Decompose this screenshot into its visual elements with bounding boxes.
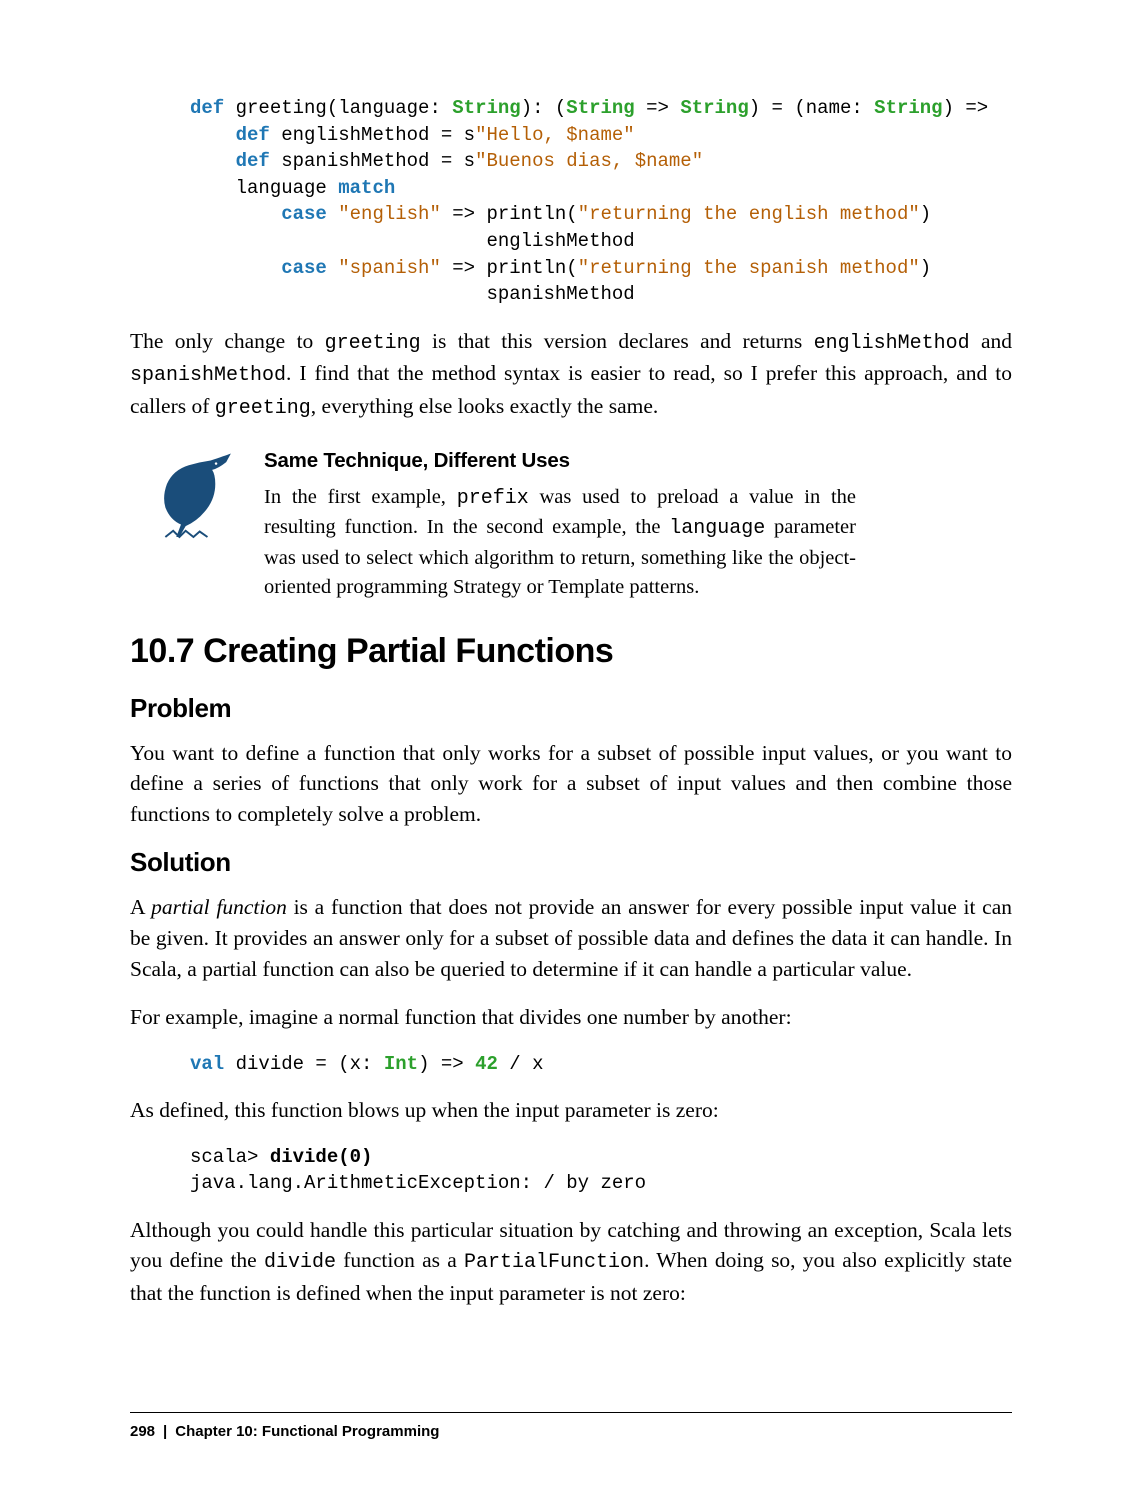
note-body: Same Technique, Different Uses In the fi… (264, 449, 856, 602)
code-inline-greeting: greeting (325, 332, 421, 355)
text: function as a (336, 1248, 464, 1272)
chapter-title: Chapter 10: Functional Programming (175, 1423, 439, 1440)
text: and (970, 329, 1012, 353)
text: In the first example, (264, 486, 457, 508)
footer: 298 | Chapter 10: Functional Programming (130, 1423, 1012, 1440)
code-greeting: def greeting(language: String): (String … (130, 95, 1012, 308)
code-divide-call: scala> divide(0) java.lang.ArithmeticExc… (130, 1144, 1012, 1197)
text: The only change to (130, 329, 325, 353)
code-inline-greeting2: greeting (215, 397, 311, 420)
code-divide: val divide = (x: Int) => 42 / x (130, 1051, 1012, 1078)
code-inline-prefix: prefix (457, 487, 529, 510)
code-inline-spanishmethod: spanishMethod (130, 364, 286, 387)
section-heading: 10.7 Creating Partial Functions (130, 632, 1012, 671)
page-number: 298 (130, 1423, 155, 1440)
solution-paragraph-3: As defined, this function blows up when … (130, 1095, 1012, 1126)
solution-heading: Solution (130, 847, 1012, 878)
solution-paragraph-2: For example, imagine a normal function t… (130, 1002, 1012, 1033)
page: def greeting(language: String): (String … (0, 0, 1142, 1500)
text: , everything else looks exactly the same… (311, 394, 658, 418)
code-inline-partialfunction: PartialFunction (464, 1251, 644, 1274)
code-inline-language: language (669, 517, 765, 540)
footer-area: 298 | Chapter 10: Functional Programming (130, 1412, 1012, 1440)
code-inline-englishmethod: englishMethod (814, 332, 970, 355)
emphasis-partial-function: partial function (151, 895, 287, 919)
note-text: In the first example, prefix was used to… (264, 483, 856, 602)
separator: | (163, 1423, 167, 1440)
content-area: def greeting(language: String): (String … (130, 95, 1012, 1412)
note-title: Same Technique, Different Uses (264, 449, 856, 473)
problem-heading: Problem (130, 693, 1012, 724)
text: A (130, 895, 151, 919)
paragraph-change: The only change to greeting is that this… (130, 326, 1012, 423)
code-inline-divide: divide (264, 1251, 336, 1274)
footer-rule (130, 1412, 1012, 1413)
solution-paragraph-4: Although you could handle this particula… (130, 1215, 1012, 1308)
crow-icon (156, 449, 236, 602)
problem-paragraph: You want to define a function that only … (130, 738, 1012, 830)
text: is that this version declares and return… (421, 329, 814, 353)
solution-paragraph-1: A partial function is a function that do… (130, 892, 1012, 984)
note-box: Same Technique, Different Uses In the fi… (156, 449, 856, 602)
